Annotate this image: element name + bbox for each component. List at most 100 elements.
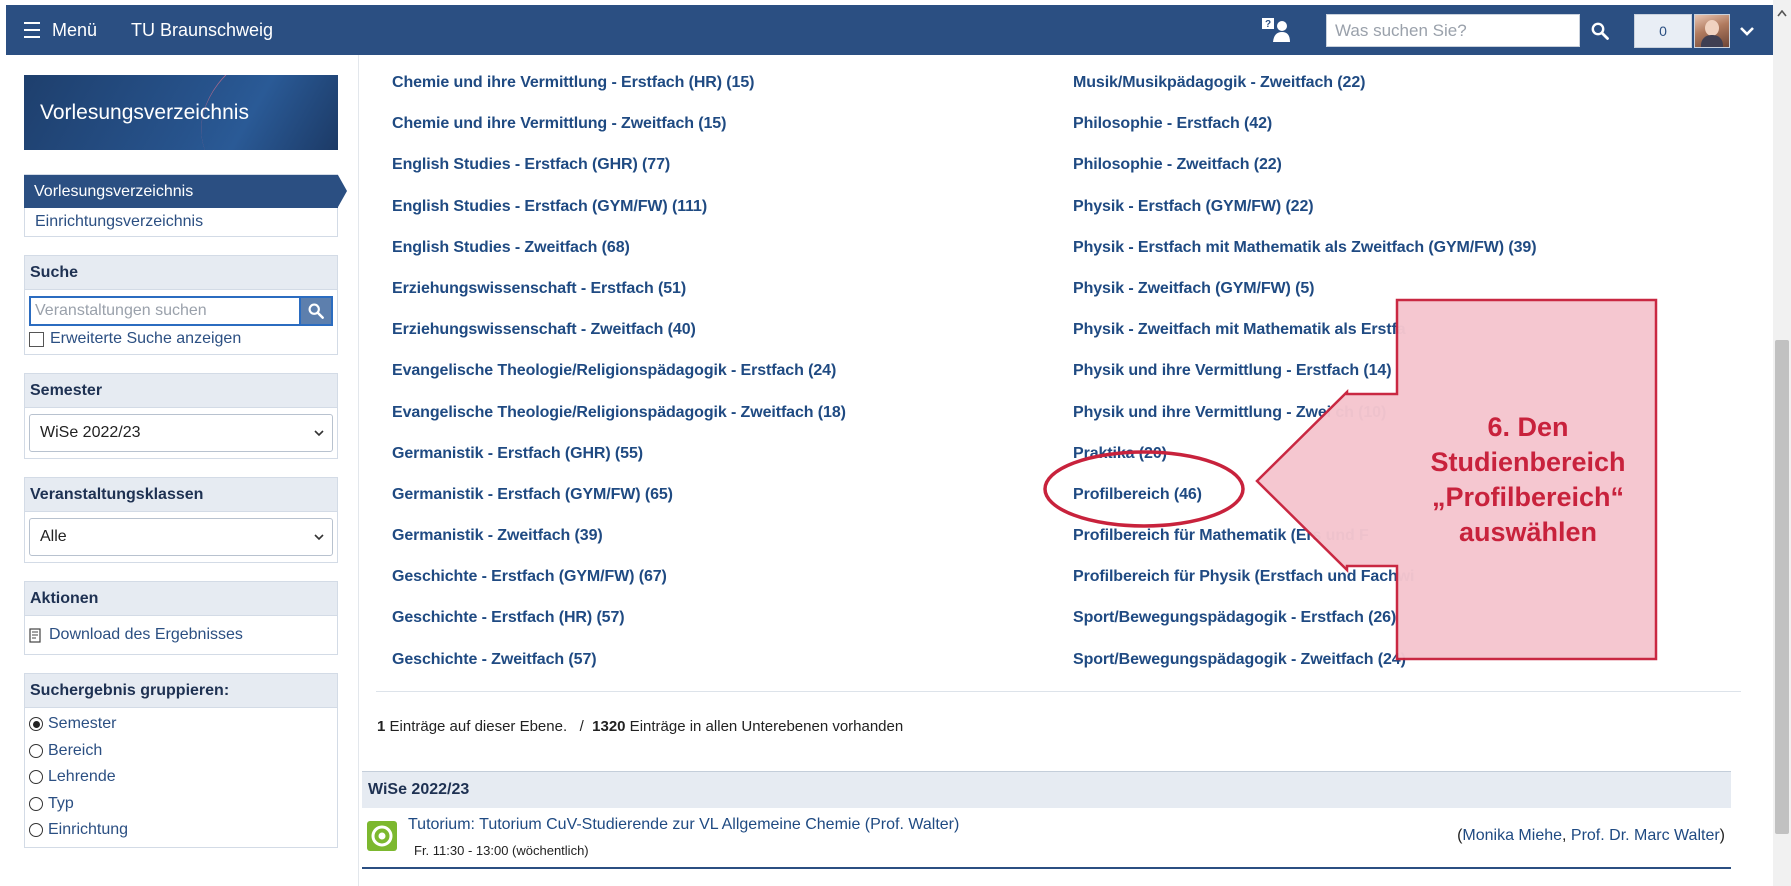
top-navigation-bar: Menü TU Braunschweig ? 0 xyxy=(6,5,1776,55)
avatar[interactable] xyxy=(1694,14,1730,48)
study-area-link[interactable]: Germanistik - Erstfach (GHR) (55) xyxy=(392,433,846,474)
annotation-text: 6. Den Studienbereich „Profilbereich“ au… xyxy=(1400,410,1656,550)
brand-link[interactable]: TU Braunschweig xyxy=(131,5,273,55)
search-icon xyxy=(1591,22,1609,40)
result-bottom-rule xyxy=(362,867,1731,869)
course-time: Fr. 11:30 - 13:00 (wöchentlich) xyxy=(414,843,589,858)
study-area-list-right: Musik/Musikpädagogik - Zweitfach (22) Ph… xyxy=(1073,62,1537,680)
download-results-label: Download des Ergebnisses xyxy=(49,626,243,643)
menu-button[interactable]: Menü xyxy=(24,5,97,55)
help-chat-icon[interactable]: ? xyxy=(1261,17,1291,43)
group-option-bereich[interactable]: Bereich xyxy=(29,738,333,765)
study-area-link[interactable]: Physik und ihre Vermittlung - Erstfach (… xyxy=(1073,350,1536,391)
advanced-search-toggle[interactable]: Erweiterte Suche anzeigen xyxy=(29,330,333,348)
advanced-search-checkbox[interactable] xyxy=(29,331,44,347)
study-area-link[interactable]: Germanistik - Erstfach (GYM/FW) (65) xyxy=(392,474,846,515)
sidebar: Vorlesungsverzeichnis Vorlesungsverzeich… xyxy=(24,75,347,866)
advanced-search-label: Erweiterte Suche anzeigen xyxy=(50,330,242,347)
study-area-link[interactable]: Erziehungswissenschaft - Zweitfach (40) xyxy=(392,309,846,350)
study-area-link[interactable]: Profilbereich für Physik (Erstfach und F… xyxy=(1073,556,1536,597)
classes-select-value: Alle xyxy=(40,528,67,545)
study-area-link[interactable]: Musik/Musikpädagogik - Zweitfach (22) xyxy=(1073,62,1536,103)
group-option-semester[interactable]: Semester xyxy=(29,711,333,738)
global-search-input[interactable] xyxy=(1326,14,1580,47)
group-option-label: Bereich xyxy=(48,741,103,759)
entry-summary: 1 Einträge auf dieser Ebene. / 1320 Eint… xyxy=(377,718,903,735)
course-type-icon xyxy=(367,821,397,851)
search-icon xyxy=(308,303,324,319)
radio-semester[interactable] xyxy=(29,717,43,732)
study-area-link[interactable]: Chemie und ihre Vermittlung - Zweitfach … xyxy=(392,103,846,144)
sidebar-nav: Vorlesungsverzeichnis Einrichtungsverzei… xyxy=(24,174,347,237)
semester-select-value: WiSe 2022/23 xyxy=(40,424,141,441)
study-area-link[interactable]: English Studies - Erstfach (GHR) (77) xyxy=(392,144,846,185)
study-area-link[interactable]: Chemie und ihre Vermittlung - Erstfach (… xyxy=(392,62,846,103)
sidebar-item-vorlesungsverzeichnis[interactable]: Vorlesungsverzeichnis xyxy=(24,175,347,208)
study-area-link[interactable]: Geschichte - Erstfach (GYM/FW) (67) xyxy=(392,556,846,597)
list-divider xyxy=(376,691,1741,692)
annotation-line: „Profilbereich“ xyxy=(1431,482,1625,512)
classes-select[interactable]: Alle xyxy=(29,518,333,556)
grouping-panel-heading: Suchergebnis gruppieren: xyxy=(25,674,337,708)
notification-counter[interactable]: 0 xyxy=(1634,14,1692,48)
banner-title: Vorlesungsverzeichnis xyxy=(24,75,338,150)
study-area-link[interactable]: Evangelische Theologie/Religionspädagogi… xyxy=(392,392,846,433)
course-search-button[interactable] xyxy=(299,296,333,326)
actions-panel: Aktionen Download des Ergebnisses xyxy=(24,581,338,655)
study-area-link[interactable]: Physik - Zweitfach (GYM/FW) (5) xyxy=(1073,268,1536,309)
study-area-link[interactable]: Erziehungswissenschaft - Erstfach (51) xyxy=(392,268,846,309)
radio-bereich[interactable] xyxy=(29,743,43,758)
study-area-link[interactable]: Sport/Bewegungspädagogik - Zweitfach (24… xyxy=(1073,639,1536,680)
group-option-label: Einrichtung xyxy=(48,821,129,839)
chevron-up-icon xyxy=(1777,9,1787,16)
study-area-link[interactable]: Philosophie - Erstfach (42) xyxy=(1073,103,1536,144)
study-area-link[interactable]: Philosophie - Zweitfach (22) xyxy=(1073,144,1536,185)
classes-panel-heading: Veranstaltungsklassen xyxy=(25,478,337,512)
radio-einrichtung[interactable] xyxy=(29,823,43,838)
level-entry-text: Einträge auf dieser Ebene. / xyxy=(385,718,593,735)
course-title-link[interactable]: Tutorium: Tutorium CuV-Studierende zur V… xyxy=(408,816,959,834)
semester-panel-heading: Semester xyxy=(25,374,337,408)
annotation-line: auswählen xyxy=(1458,517,1598,547)
radio-lehrende[interactable] xyxy=(29,770,43,785)
page-scrollbar[interactable] xyxy=(1773,0,1791,886)
radio-typ[interactable] xyxy=(29,796,43,811)
document-icon xyxy=(29,627,41,643)
sidebar-item-einrichtungsverzeichnis[interactable]: Einrichtungsverzeichnis xyxy=(24,208,337,236)
study-area-link[interactable]: Sport/Bewegungspädagogik - Erstfach (26) xyxy=(1073,597,1536,638)
total-entry-text: Einträge in allen Unterebenen vorhanden xyxy=(625,718,904,735)
download-results-link[interactable]: Download des Ergebnisses xyxy=(29,622,333,648)
svg-text:?: ? xyxy=(1265,19,1271,30)
group-option-lehrende[interactable]: Lehrende xyxy=(29,764,333,791)
group-option-typ[interactable]: Typ xyxy=(29,791,333,818)
study-area-link[interactable]: English Studies - Erstfach (GYM/FW) (111… xyxy=(392,186,846,227)
group-option-label: Semester xyxy=(48,715,117,733)
total-entry-count: 1320 xyxy=(592,718,626,735)
lecturer-link[interactable]: Prof. Dr. Marc Walter xyxy=(1571,827,1720,844)
actions-panel-heading: Aktionen xyxy=(25,582,337,616)
group-option-einrichtung[interactable]: Einrichtung xyxy=(29,817,333,844)
study-area-link[interactable]: Physik - Zweitfach mit Mathematik als Er… xyxy=(1073,309,1536,350)
study-area-link[interactable]: Physik - Erstfach mit Mathematik als Zwe… xyxy=(1073,227,1537,268)
scroll-thumb[interactable] xyxy=(1775,340,1789,834)
result-semester-heading: WiSe 2022/23 xyxy=(362,771,1731,808)
chevron-down-icon xyxy=(314,430,324,437)
classes-panel: Veranstaltungsklassen Alle xyxy=(24,477,338,563)
semester-select[interactable]: WiSe 2022/23 xyxy=(29,414,333,452)
study-area-link[interactable]: English Studies - Zweitfach (68) xyxy=(392,227,846,268)
course-search-input[interactable] xyxy=(29,296,299,326)
study-area-link[interactable]: Geschichte - Zweitfach (57) xyxy=(392,639,846,680)
study-area-link[interactable]: Evangelische Theologie/Religionspädagogi… xyxy=(392,350,846,391)
course-lecturers: (Monika Miehe, Prof. Dr. Marc Walter) xyxy=(1457,827,1725,844)
semester-panel: Semester WiSe 2022/23 xyxy=(24,373,338,459)
study-area-link[interactable]: Physik - Erstfach (GYM/FW) (22) xyxy=(1073,186,1536,227)
global-search-button[interactable] xyxy=(1584,14,1616,47)
study-area-link[interactable]: Geschichte - Erstfach (HR) (57) xyxy=(392,597,846,638)
chevron-down-icon xyxy=(314,534,324,541)
chevron-down-icon[interactable] xyxy=(1736,20,1758,42)
menu-label: Menü xyxy=(52,19,98,40)
study-area-link[interactable]: Germanistik - Zweitfach (39) xyxy=(392,515,846,556)
hamburger-icon xyxy=(24,22,40,38)
scroll-up-arrow[interactable] xyxy=(1773,6,1791,20)
lecturer-link[interactable]: Monika Miehe xyxy=(1462,827,1562,844)
